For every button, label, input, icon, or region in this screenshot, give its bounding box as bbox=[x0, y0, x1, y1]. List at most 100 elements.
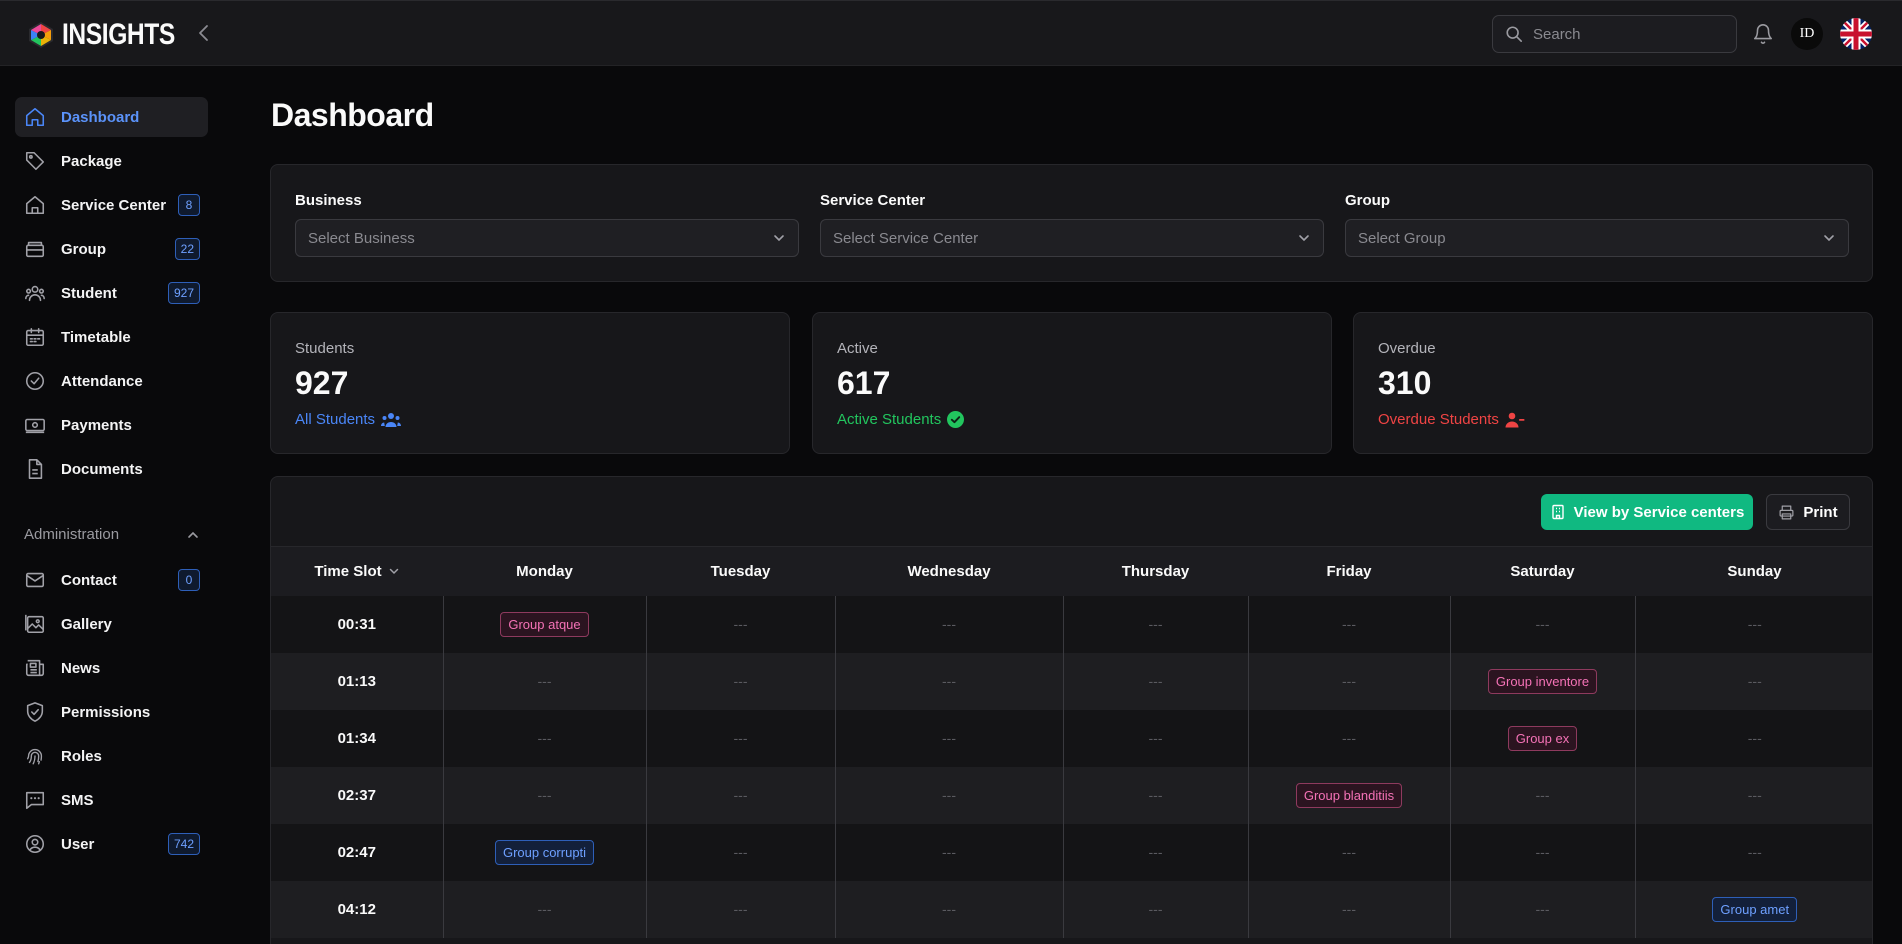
group-tag[interactable]: Group ex bbox=[1507, 725, 1578, 751]
time-slot-cell: 01:34 bbox=[337, 729, 376, 747]
service-center-filter: Service Center Select Service Center bbox=[820, 192, 1324, 257]
group-select[interactable]: Select Group bbox=[1345, 219, 1849, 257]
schedule-cell: --- bbox=[442, 709, 646, 767]
overdue-students-link[interactable]: Overdue Students bbox=[1378, 411, 1525, 428]
service-center-select[interactable]: Select Service Center bbox=[820, 219, 1324, 257]
schedule-cell: --- bbox=[1449, 766, 1635, 824]
select-placeholder: Select Business bbox=[308, 229, 415, 247]
business-select[interactable]: Select Business bbox=[295, 219, 799, 257]
table-row: 00:31 Group atque --- --- --- --- --- --- bbox=[271, 595, 1872, 653]
calendar-icon bbox=[24, 326, 46, 348]
filter-panel: Business Select Business Service Center … bbox=[270, 164, 1873, 282]
schedule-cell: --- bbox=[1062, 880, 1248, 938]
schedule-cell: --- bbox=[1062, 652, 1248, 710]
button-label: View by Service centers bbox=[1573, 503, 1745, 521]
button-label: Print bbox=[1803, 503, 1838, 521]
count-badge: 22 bbox=[174, 238, 200, 260]
schedule-cell: Group ex bbox=[1449, 709, 1635, 767]
sidebar-item-label: Package bbox=[61, 152, 122, 170]
building-icon bbox=[1551, 504, 1564, 520]
sidebar-item-label: Permissions bbox=[61, 703, 151, 721]
sidebar-item-sms[interactable]: SMS bbox=[15, 780, 208, 820]
schedule-cell: Group amet bbox=[1634, 880, 1872, 938]
sidebar-item-service-center[interactable]: Service Center 8 bbox=[15, 185, 208, 225]
column-header-thursday: Thursday bbox=[1121, 562, 1190, 580]
sidebar-item-label: User bbox=[61, 835, 95, 853]
sidebar-item-contact[interactable]: Contact 0 bbox=[15, 560, 208, 600]
chevron-down-icon bbox=[1824, 235, 1834, 242]
user-avatar[interactable]: ID bbox=[1791, 18, 1823, 50]
sidebar-item-gallery[interactable]: Gallery bbox=[15, 604, 208, 644]
sidebar-item-payments[interactable]: Payments bbox=[15, 405, 208, 445]
schedule-cell: --- bbox=[1247, 823, 1450, 881]
schedule-cell: --- bbox=[442, 766, 646, 824]
schedule-cell: --- bbox=[1634, 595, 1872, 653]
overdue-stat-card: Overdue 310 Overdue Students bbox=[1353, 312, 1873, 454]
bell-icon[interactable] bbox=[1752, 23, 1774, 45]
stat-label: Active bbox=[837, 340, 878, 357]
sidebar-item-documents[interactable]: Documents bbox=[15, 449, 208, 489]
sidebar-item-timetable[interactable]: Timetable bbox=[15, 317, 208, 357]
file-icon bbox=[24, 458, 46, 480]
active-students-link[interactable]: Active Students bbox=[837, 411, 965, 428]
search-input[interactable] bbox=[1533, 25, 1723, 43]
schedule-cell: Group blanditiis bbox=[1247, 766, 1450, 824]
all-students-link[interactable]: All Students bbox=[295, 411, 402, 428]
sidebar-item-user[interactable]: User 742 bbox=[15, 824, 208, 864]
administration-section-toggle[interactable]: Administration bbox=[24, 526, 200, 543]
schedule-cell: --- bbox=[1247, 709, 1450, 767]
schedule-cell: --- bbox=[1449, 880, 1635, 938]
sidebar-item-permissions[interactable]: Permissions bbox=[15, 692, 208, 732]
stat-label: Students bbox=[295, 340, 355, 357]
check-badge-icon bbox=[947, 411, 965, 428]
chevron-left-icon[interactable] bbox=[194, 23, 214, 43]
stat-value: 310 bbox=[1378, 365, 1432, 401]
timetable: Time Slot Monday Tuesday Wednesday Thurs… bbox=[271, 546, 1872, 938]
filter-label: Business bbox=[295, 192, 362, 209]
schedule-cell: --- bbox=[645, 766, 835, 824]
group-tag[interactable]: Group atque bbox=[500, 611, 589, 637]
group-tag[interactable]: Group amet bbox=[1712, 896, 1798, 922]
timetable-body: 00:31 Group atque --- --- --- --- --- --- 01:13-… bbox=[271, 595, 1872, 938]
schedule-cell: --- bbox=[645, 595, 835, 653]
schedule-cell: --- bbox=[834, 652, 1063, 710]
sidebar-item-attendance[interactable]: Attendance bbox=[15, 361, 208, 401]
stat-value: 617 bbox=[837, 365, 891, 401]
view-by-service-centers-button[interactable]: View by Service centers bbox=[1541, 494, 1753, 530]
top-bar: INSIGHTS ID bbox=[0, 0, 1902, 66]
logo-text: INSIGHTS bbox=[62, 18, 175, 51]
column-header-time-slot[interactable]: Time Slot bbox=[271, 547, 443, 596]
column-header-wednesday: Wednesday bbox=[907, 562, 991, 580]
sidebar-item-roles[interactable]: Roles bbox=[15, 736, 208, 776]
sidebar-item-dashboard[interactable]: Dashboard bbox=[15, 97, 208, 137]
schedule-cell: --- bbox=[834, 709, 1063, 767]
time-slot-cell: 02:47 bbox=[337, 843, 376, 861]
sidebar-item-package[interactable]: Package bbox=[15, 141, 208, 181]
students-stat-card: Students 927 All Students bbox=[270, 312, 790, 454]
print-button[interactable]: Print bbox=[1766, 494, 1850, 530]
sidebar-item-label: Student bbox=[61, 284, 117, 302]
schedule-cell: --- bbox=[1247, 652, 1450, 710]
search-box[interactable] bbox=[1492, 15, 1737, 53]
sidebar-item-label: Attendance bbox=[61, 372, 143, 390]
uk-flag-icon[interactable] bbox=[1840, 18, 1872, 50]
group-tag[interactable]: Group corrupti bbox=[494, 839, 595, 865]
home-icon bbox=[24, 106, 46, 128]
group-tag[interactable]: Group inventore bbox=[1487, 668, 1598, 694]
mail-icon bbox=[24, 569, 46, 591]
active-stat-card: Active 617 Active Students bbox=[812, 312, 1332, 454]
group-tag[interactable]: Group blanditiis bbox=[1295, 782, 1403, 808]
sidebar-item-label: Service Center bbox=[61, 196, 167, 214]
schedule-cell: Group corrupti bbox=[442, 823, 646, 881]
schedule-cell: --- bbox=[834, 823, 1063, 881]
sidebar-item-news[interactable]: News bbox=[15, 648, 208, 688]
column-header-saturday: Saturday bbox=[1510, 562, 1575, 580]
logo[interactable]: INSIGHTS bbox=[26, 18, 200, 52]
chevron-down-icon bbox=[389, 569, 398, 575]
column-header-sunday: Sunday bbox=[1727, 562, 1782, 580]
filter-label: Group bbox=[1345, 192, 1390, 209]
sidebar-item-label: SMS bbox=[61, 791, 94, 809]
sidebar-item-student[interactable]: Student 927 bbox=[15, 273, 208, 313]
sidebar-item-group[interactable]: Group 22 bbox=[15, 229, 208, 269]
schedule-cell: --- bbox=[1634, 709, 1872, 767]
